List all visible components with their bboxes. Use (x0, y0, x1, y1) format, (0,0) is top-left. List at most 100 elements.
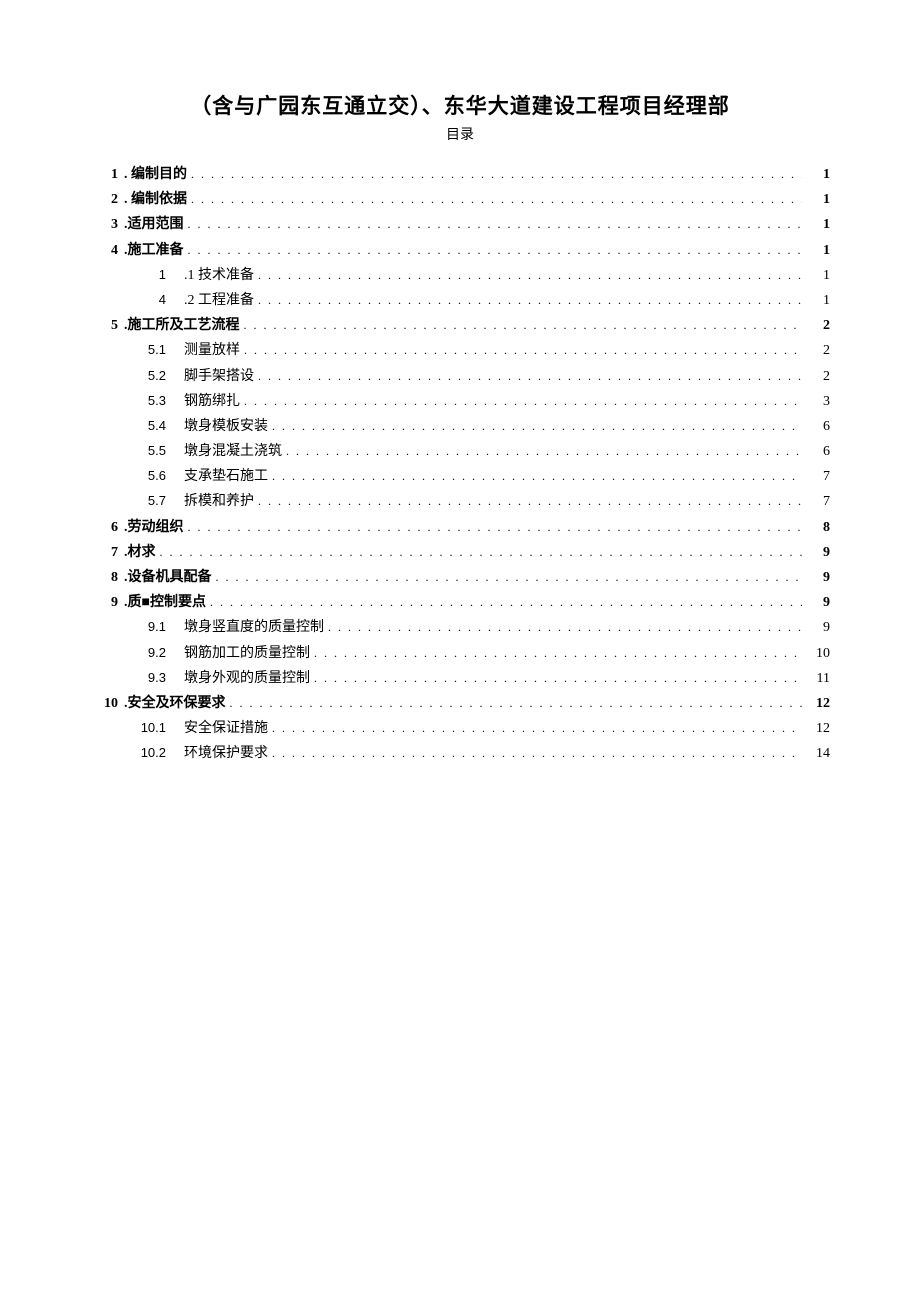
table-of-contents: 1. 编制目的12. 编制依据13.适用范围14.施工准备11.1 技术准备14… (90, 162, 830, 767)
toc-title: 支承垫石施工 (178, 464, 268, 489)
toc-number: 9 (90, 590, 118, 615)
toc-page-number: 12 (806, 691, 830, 716)
toc-title: 墩身模板安装 (178, 414, 268, 439)
toc-entry: 9.1墩身竖直度的质量控制9 (90, 615, 830, 640)
toc-entry: 2. 编制依据 1 (90, 187, 830, 212)
toc-page-number: 1 (806, 187, 830, 212)
toc-entry: 5.7拆模和养护7 (90, 489, 830, 514)
toc-entry: 7.材求9 (90, 540, 830, 565)
toc-number: 8 (90, 565, 118, 590)
toc-number: 9.3 (118, 666, 178, 689)
toc-leader-dots (240, 315, 807, 337)
toc-title: 拆模和养护 (178, 489, 254, 514)
toc-leader-dots (310, 643, 806, 665)
toc-page-number: 1 (806, 288, 830, 313)
toc-leader-dots (254, 290, 806, 312)
toc-page-number: 1 (806, 263, 830, 288)
toc-title: .施工所及工艺流程 (118, 313, 240, 338)
toc-number: 10 (90, 691, 118, 716)
toc-page-number: 9 (806, 615, 830, 640)
toc-leader-dots (240, 391, 806, 413)
toc-title: 测量放样 (178, 338, 240, 363)
toc-leader-dots (184, 214, 807, 236)
toc-number: 1 (118, 263, 178, 286)
toc-entry: 5.施工所及工艺流程2 (90, 313, 830, 338)
toc-page-number: 9 (806, 590, 830, 615)
toc-title: .1 技术准备 (178, 263, 254, 288)
toc-number: 5.6 (118, 464, 178, 487)
toc-entry: 9.2钢筋加工的质量控制 10 (90, 641, 830, 666)
toc-leader-dots (324, 617, 806, 639)
toc-entry: 5.6支承垫石施工 7 (90, 464, 830, 489)
toc-title: 脚手架搭设 (178, 364, 254, 389)
toc-leader-dots (268, 743, 806, 765)
toc-title: 安全保证措施 (178, 716, 268, 741)
toc-number: 4 (118, 288, 178, 311)
toc-number: 10.2 (118, 741, 178, 764)
toc-entry: 9.质■控制要点9 (90, 590, 830, 615)
toc-number: 9.2 (118, 641, 178, 664)
toc-entry: 10.安全及环保要求 12 (90, 691, 830, 716)
toc-title: 环境保护要求 (178, 741, 268, 766)
toc-leader-dots (184, 517, 807, 539)
toc-title: .设备机具配备 (118, 565, 212, 590)
toc-entry: 5.4墩身模板安装6 (90, 414, 830, 439)
toc-leader-dots (310, 668, 806, 690)
toc-page-number: 1 (806, 212, 830, 237)
toc-page-number: 12 (806, 716, 830, 741)
toc-title: .安全及环保要求 (118, 691, 226, 716)
toc-leader-dots (240, 340, 806, 362)
toc-page-number: 8 (806, 515, 830, 540)
toc-page-number: 2 (806, 338, 830, 363)
toc-title: 墩身外观的质量控制 (178, 666, 310, 691)
toc-title: .施工准备 (118, 238, 184, 263)
toc-title: .2 工程准备 (178, 288, 254, 313)
toc-entry: 4.施工准备 1 (90, 238, 830, 263)
toc-number: 5.2 (118, 364, 178, 387)
toc-leader-dots (254, 265, 806, 287)
toc-number: 2 (90, 187, 118, 212)
toc-page-number: 1 (806, 238, 830, 263)
toc-number: 5.1 (118, 338, 178, 361)
toc-entry: 4.2 工程准备 1 (90, 288, 830, 313)
toc-entry: 8.设备机具配备9 (90, 565, 830, 590)
toc-page-number: 11 (806, 666, 830, 691)
toc-entry: 5.5墩身混凝土浇筑 6 (90, 439, 830, 464)
toc-page-number: 3 (806, 389, 830, 414)
toc-entry: 9.3墩身外观的质量控制 11 (90, 666, 830, 691)
toc-title: .材求 (118, 540, 156, 565)
toc-number: 5.4 (118, 414, 178, 437)
toc-title: 墩身混凝土浇筑 (178, 439, 282, 464)
toc-leader-dots (282, 441, 806, 463)
toc-entry: 6.劳动组织 8 (90, 515, 830, 540)
toc-leader-dots (156, 542, 807, 564)
page-subtitle: 目录 (90, 124, 830, 144)
toc-number: 5.7 (118, 489, 178, 512)
toc-page-number: 10 (806, 641, 830, 666)
toc-title: 墩身竖直度的质量控制 (178, 615, 324, 640)
toc-entry: 5.1测量放样 2 (90, 338, 830, 363)
toc-number: 5.5 (118, 439, 178, 462)
toc-leader-dots (212, 567, 807, 589)
toc-title: 钢筋绑扎 (178, 389, 240, 414)
toc-entry: 5.3钢筋绑扎3 (90, 389, 830, 414)
toc-page-number: 6 (806, 439, 830, 464)
toc-leader-dots (184, 240, 807, 262)
toc-leader-dots (187, 189, 806, 211)
toc-title: . 编制依据 (118, 187, 187, 212)
toc-page-number: 14 (806, 741, 830, 766)
toc-leader-dots (226, 693, 807, 715)
toc-title: .适用范围 (118, 212, 184, 237)
toc-leader-dots (187, 164, 806, 186)
toc-leader-dots (254, 491, 806, 513)
toc-title: . 编制目的 (118, 162, 187, 187)
toc-title: 钢筋加工的质量控制 (178, 641, 310, 666)
toc-leader-dots (268, 466, 806, 488)
toc-page-number: 7 (806, 464, 830, 489)
toc-title: .质■控制要点 (118, 590, 206, 615)
toc-number: 4 (90, 238, 118, 263)
page-title: （含与广园东互通立交）、东华大道建设工程项目经理部 (90, 90, 830, 120)
toc-title: .劳动组织 (118, 515, 184, 540)
toc-number: 5 (90, 313, 118, 338)
toc-number: 6 (90, 515, 118, 540)
